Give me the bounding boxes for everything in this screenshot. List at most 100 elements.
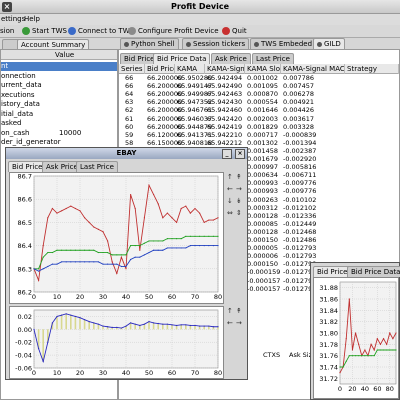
connect-tws-button[interactable]: Connect to TWS bbox=[68, 26, 134, 37]
bid-price-series-point bbox=[47, 217, 49, 219]
quit-button[interactable]: Quit bbox=[222, 26, 247, 37]
ebay-tab-last-price[interactable]: Last Price bbox=[76, 161, 118, 172]
kama-signal-series-point bbox=[97, 261, 99, 263]
bid-price-series-point bbox=[111, 261, 113, 263]
close-icon[interactable]: × bbox=[235, 149, 245, 159]
column-header[interactable]: KAMA-Signal MACD bbox=[281, 64, 345, 74]
ebay-macd-chart: 0.02 0.00 -0.02 -0.04 -0.060 10 20 30 40 50 60 70 80 bbox=[15, 309, 222, 377]
column-header[interactable]: Series bbox=[119, 64, 145, 74]
kama-signal-series-point bbox=[107, 263, 109, 265]
table-cell: -0.000157 bbox=[247, 276, 281, 285]
ebay-tab-bid-price[interactable]: Bid Price bbox=[8, 161, 47, 172]
subtab-bid-price-data[interactable]: Bid Price Data bbox=[153, 53, 211, 64]
bid-price-series-point bbox=[143, 217, 145, 219]
menu-settings[interactable]: ettings bbox=[1, 14, 25, 25]
ebay-macd-plot[interactable]: 0.02 0.00 -0.02 -0.04 -0.06 0 10 20 30 40 50 60 70 80 bbox=[9, 306, 224, 379]
bid-price-series-point bbox=[148, 184, 150, 186]
ebay-chart-window[interactable]: EBAY _ × Bid Price Ask Price Last Price … bbox=[5, 147, 248, 380]
table-row[interactable]: 61 66.200000 65.946037 65.942420 0.002003 0.0… bbox=[119, 115, 399, 124]
table-cell: 0.001829 bbox=[247, 122, 279, 131]
tab-session-tickers[interactable]: Session tickers bbox=[182, 38, 250, 49]
y-tick-label: 31.80 bbox=[319, 330, 338, 338]
tree-item[interactable]: xecutions bbox=[1, 91, 117, 100]
ebay-titlebar[interactable]: EBAY _ × bbox=[6, 148, 247, 159]
small-price-plot[interactable]: 31.88 31.86 31.84 31.82 31.80 31.78 31.76 31.74… bbox=[313, 277, 399, 399]
menu-help[interactable]: Help bbox=[24, 14, 40, 25]
column-header[interactable]: KAMA Slope bbox=[245, 64, 281, 74]
bid-price-series-point bbox=[203, 221, 205, 223]
column-header[interactable]: Bid Price bbox=[145, 64, 175, 74]
table-cell: -0.000159 bbox=[247, 268, 281, 277]
small-tab-bid-price[interactable]: Bid Price bbox=[313, 266, 352, 277]
configure-button[interactable]: Configure Profit Device bbox=[128, 26, 219, 37]
small-bid-series-point bbox=[373, 349, 375, 351]
bid-price-series-point bbox=[107, 240, 109, 242]
tree-item-label: urrent_data bbox=[1, 81, 42, 89]
window-titlebar: × Profit Device bbox=[0, 0, 400, 14]
small-chart-window[interactable]: Bid Price Bid Price Data 31.88 31.86 31.84… bbox=[310, 262, 400, 400]
tab-python-shell[interactable]: Python Shell bbox=[120, 38, 179, 49]
tree-item[interactable]: nt bbox=[1, 62, 117, 71]
fit-icon[interactable]: ⇔ bbox=[227, 210, 235, 217]
zoom-out-icon[interactable]: ↓ bbox=[227, 198, 235, 205]
small-kama-series-point bbox=[382, 349, 385, 351]
y-tick-label: 31.82 bbox=[319, 318, 338, 326]
reset-icon[interactable]: ⇕ bbox=[236, 210, 244, 217]
tree-item[interactable]: onnection bbox=[1, 72, 117, 81]
subtab-last-price[interactable]: Last Price bbox=[252, 53, 294, 64]
zoom-in-icon-2[interactable]: ↑ bbox=[227, 308, 235, 315]
tree-item-label: istory_data bbox=[1, 100, 40, 108]
table-row[interactable]: 60 66.200000 65.944879 65.942419 0.001829 0.0… bbox=[119, 122, 399, 132]
zoom-up-icon[interactable]: ↟ bbox=[236, 174, 244, 181]
tree-item[interactable]: asked bbox=[1, 119, 117, 128]
macd-line-point bbox=[97, 323, 99, 325]
column-header[interactable]: KAMA bbox=[175, 64, 205, 74]
tree-item[interactable]: itial_data bbox=[1, 110, 117, 119]
zoom-in-icon[interactable]: ↑ bbox=[227, 174, 235, 181]
table-row[interactable]: 62 66.200000 65.946761 65.942460 0.001646 0.0… bbox=[119, 107, 399, 115]
macd-line-point bbox=[139, 324, 141, 327]
bid-price-series-point bbox=[65, 207, 67, 210]
y-tick-label: 31.78 bbox=[319, 341, 338, 349]
tree-item-value: 10000 bbox=[59, 128, 82, 137]
minimize-icon[interactable]: _ bbox=[222, 149, 232, 159]
tab-session-tickers-label: Session tickers bbox=[193, 40, 246, 48]
macd-line-point bbox=[185, 324, 187, 326]
tree-item[interactable]: der_id_generator bbox=[1, 138, 117, 147]
tab-gild[interactable]: GILD bbox=[313, 38, 345, 49]
tab-tws-embeded[interactable]: TWS Embeded bbox=[250, 38, 317, 49]
bid-price-series-point bbox=[171, 217, 173, 219]
table-cell: 60 bbox=[125, 122, 134, 131]
tree-item-label: xecutions bbox=[1, 90, 35, 99]
tree-item[interactable]: urrent_data bbox=[1, 81, 117, 90]
subtab-ask-price[interactable]: Ask Price bbox=[211, 53, 251, 64]
pan-right-icon[interactable]: → bbox=[236, 186, 244, 193]
small-bid-series-point bbox=[358, 343, 360, 345]
column-header[interactable]: Strategy bbox=[345, 64, 399, 74]
column-header[interactable]: KAMA-Signal bbox=[205, 64, 245, 74]
kama-signal-series-point bbox=[47, 265, 49, 268]
zoom-down-icon[interactable]: ↡ bbox=[236, 198, 244, 205]
kama-series-point bbox=[116, 254, 118, 256]
connect-icon bbox=[68, 27, 76, 35]
bid-price-series-point bbox=[212, 219, 214, 221]
ebay-price-plot[interactable]: 86.7 86.6 86.5 86.4 86.3 86.2 0 10 20 30 40 50 60 70 8… bbox=[9, 172, 224, 304]
window-close-icon[interactable]: × bbox=[2, 2, 12, 12]
zoom-up-icon-2[interactable]: ↟ bbox=[236, 308, 244, 315]
tree-item[interactable]: istory_data bbox=[1, 100, 117, 109]
kama-signal-series-point bbox=[185, 247, 187, 249]
session-button[interactable]: sion bbox=[0, 26, 14, 37]
tree-item[interactable]: on_cash 10000 bbox=[1, 129, 117, 138]
pan-left-icon[interactable]: ← bbox=[227, 186, 235, 193]
pan-right-icon-2[interactable]: → bbox=[236, 320, 244, 327]
x-tick-label: 40 bbox=[122, 293, 130, 301]
start-tws-button[interactable]: Start TWS bbox=[22, 26, 67, 37]
x-tick-label: 70 bbox=[191, 293, 199, 301]
python-icon bbox=[124, 41, 129, 47]
macd-line-point bbox=[42, 360, 44, 363]
kama-series-point bbox=[166, 238, 168, 240]
small-bid-series-point bbox=[364, 349, 366, 351]
pan-left-icon-2[interactable]: ← bbox=[227, 320, 235, 327]
macd-line-point bbox=[70, 314, 72, 316]
small-tab-bid-price-data[interactable]: Bid Price Data bbox=[347, 266, 400, 277]
